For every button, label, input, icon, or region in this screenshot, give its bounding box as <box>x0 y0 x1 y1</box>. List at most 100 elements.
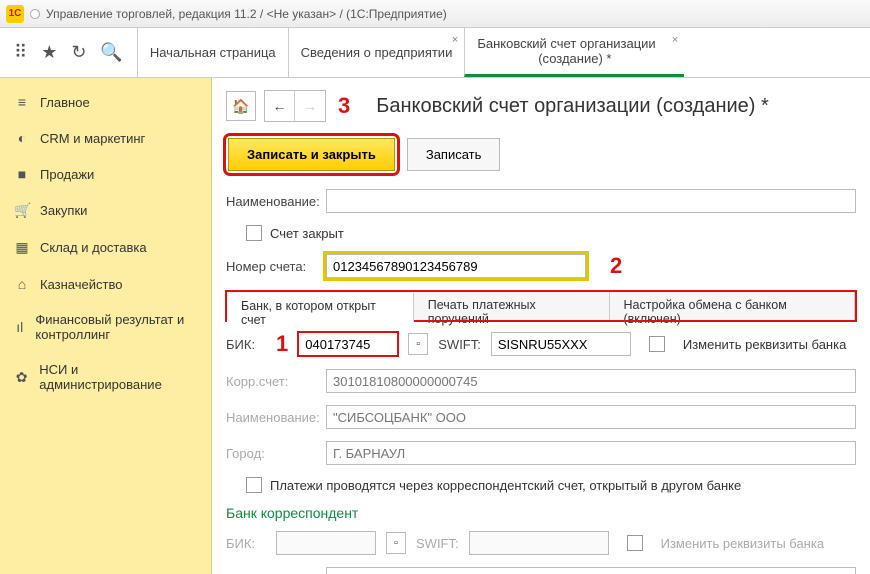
grid-icon: ▦ <box>14 239 30 256</box>
label-change-req: Изменить реквизиты банка <box>683 337 846 352</box>
button-row: Записать и закрыть Записать <box>226 136 856 173</box>
save-close-button[interactable]: Записать и закрыть <box>228 138 395 171</box>
row-bik: БИК: 1 ▫ SWIFT: Изменить реквизиты банка <box>226 331 856 357</box>
row-bankname: Наименование: <box>226 405 856 429</box>
back-button[interactable]: ← <box>265 91 295 121</box>
row-closed: Счет закрыт <box>246 225 856 241</box>
home-button[interactable]: 🏠 <box>226 91 256 121</box>
top-toolbar: ⠿ ★ ↻ 🔍 Начальная страница Сведения о пр… <box>0 28 870 78</box>
label-city: Город: <box>226 446 326 461</box>
gear-icon: ✿ <box>14 369 29 386</box>
sidebar-item-finance[interactable]: ıl Финансовый результат и контроллинг <box>0 302 211 352</box>
row-city: Город: <box>226 441 856 465</box>
name-input[interactable] <box>326 189 856 213</box>
korr2-input <box>326 567 856 574</box>
annotation-3: 3 <box>338 93 350 119</box>
label-korr: Корр.счет: <box>226 374 326 389</box>
row-korr2: Корр.счет: <box>226 567 856 574</box>
tag-icon: ■ <box>14 166 30 182</box>
sidebar-item-crm[interactable]: ◐ CRM и маркетинг <box>0 120 211 156</box>
close-icon[interactable]: × <box>452 34 458 46</box>
label-swift: SWIFT: <box>438 337 481 352</box>
tab-home[interactable]: Начальная страница <box>137 28 288 77</box>
city-input <box>326 441 856 465</box>
row-korr-bik: БИК: ▫ SWIFT: Изменить реквизиты банка <box>226 531 856 555</box>
label-korr-other: Платежи проводятся через корреспондентск… <box>270 478 741 493</box>
subtab-exchange[interactable]: Настройка обмена с банком (включен) <box>610 292 856 321</box>
sidebar-item-label: Финансовый результат и контроллинг <box>35 312 197 342</box>
sidebar-item-sales[interactable]: ■ Продажи <box>0 156 211 192</box>
toolbar-icons: ⠿ ★ ↻ 🔍 <box>0 28 137 77</box>
label-korr-bik: БИК: <box>226 536 266 551</box>
app-logo-icon: 1C <box>6 5 24 23</box>
row-name: Наименование: <box>226 189 856 213</box>
sidebar-item-label: Главное <box>40 95 90 110</box>
titlebar: 1C Управление торговлей, редакция 11.2 /… <box>0 0 870 28</box>
pie-icon: ◐ <box>14 130 30 146</box>
subtab-bank[interactable]: Банк, в котором открыт счет <box>227 293 414 322</box>
chart-icon: ıl <box>14 319 25 335</box>
sidebar-item-label: Склад и доставка <box>40 240 147 255</box>
cart-icon: 🛒 <box>14 202 30 219</box>
sidebar-item-label: CRM и маркетинг <box>40 131 145 146</box>
close-icon[interactable]: × <box>672 34 678 46</box>
account-input[interactable] <box>326 254 586 278</box>
annotation-2: 2 <box>610 253 622 279</box>
bankname-input <box>326 405 856 429</box>
label-closed: Счет закрыт <box>270 226 344 241</box>
history-icon[interactable]: ↻ <box>71 42 86 63</box>
star-icon[interactable]: ★ <box>41 42 57 63</box>
tab-label-sub: (создание) * <box>477 51 672 66</box>
label-korr-change: Изменить реквизиты банка <box>661 536 824 551</box>
annotation-1: 1 <box>276 331 288 357</box>
label-korr-swift: SWIFT: <box>416 536 459 551</box>
subtab-print[interactable]: Печать платежных поручений <box>414 292 610 321</box>
sidebar-item-warehouse[interactable]: ▦ Склад и доставка <box>0 229 211 266</box>
sidebar-item-label: Закупки <box>40 203 87 218</box>
row-korr: Корр.счет: <box>226 369 856 393</box>
header-row: 🏠 ← → 3 Банковский счет организации (соз… <box>226 90 856 122</box>
window-title: Управление торговлей, редакция 11.2 / <Н… <box>46 7 447 21</box>
search-icon[interactable]: 🔍 <box>100 42 122 63</box>
bank-icon: ⌂ <box>14 276 30 292</box>
row-korr-other: Платежи проводятся через корреспондентск… <box>246 477 856 493</box>
sidebar-item-purchase[interactable]: 🛒 Закупки <box>0 192 211 229</box>
sidebar-item-label: НСИ и администрирование <box>39 362 197 392</box>
change-req-checkbox[interactable] <box>649 336 665 352</box>
label-account: Номер счета: <box>226 259 326 274</box>
forward-button[interactable]: → <box>295 91 325 121</box>
tab-company[interactable]: Сведения о предприятии × <box>288 28 465 77</box>
main-area: ≡ Главное ◐ CRM и маркетинг ■ Продажи 🛒 Заку… <box>0 78 870 574</box>
tab-label: Сведения о предприятии <box>301 45 453 60</box>
content: 🏠 ← → 3 Банковский счет организации (соз… <box>212 78 870 574</box>
subtabs: Банк, в котором открыт счет Печать плате… <box>226 291 856 321</box>
korr-input <box>326 369 856 393</box>
korr-other-checkbox[interactable] <box>246 477 262 493</box>
section-korrbank: Банк корреспондент <box>226 505 856 521</box>
closed-checkbox[interactable] <box>246 225 262 241</box>
top-tabs: Начальная страница Сведения о предприяти… <box>137 28 870 77</box>
save-button[interactable]: Записать <box>407 138 501 171</box>
sidebar: ≡ Главное ◐ CRM и маркетинг ■ Продажи 🛒 Заку… <box>0 78 212 574</box>
menu-icon: ≡ <box>14 94 30 110</box>
label-name: Наименование: <box>226 194 326 209</box>
tab-label: Банковский счет организации <box>477 36 672 51</box>
korr-change-checkbox[interactable] <box>627 535 643 551</box>
page-title: Банковский счет организации (создание) * <box>376 95 769 118</box>
row-account: Номер счета: 2 <box>226 253 856 279</box>
sidebar-item-admin[interactable]: ✿ НСИ и администрирование <box>0 352 211 402</box>
sidebar-item-treasury[interactable]: ⌂Казначейство <box>0 266 211 302</box>
sidebar-item-main[interactable]: ≡ Главное <box>0 84 211 120</box>
tab-bank-account[interactable]: Банковский счет организации (создание) *… <box>464 28 684 77</box>
apps-icon[interactable]: ⠿ <box>14 42 27 63</box>
label-bik: БИК: <box>226 337 266 352</box>
label-bankname: Наименование: <box>226 410 326 425</box>
bik-input[interactable] <box>298 332 398 356</box>
highlight-save-close: Записать и закрыть <box>226 136 397 173</box>
korr-bik-lookup-icon[interactable]: ▫ <box>386 532 406 554</box>
sidebar-item-label: Продажи <box>40 167 94 182</box>
korr-bik-input <box>276 531 376 555</box>
swift-input[interactable] <box>491 332 631 356</box>
korr-swift-input <box>469 531 609 555</box>
bik-lookup-icon[interactable]: ▫ <box>408 333 428 355</box>
